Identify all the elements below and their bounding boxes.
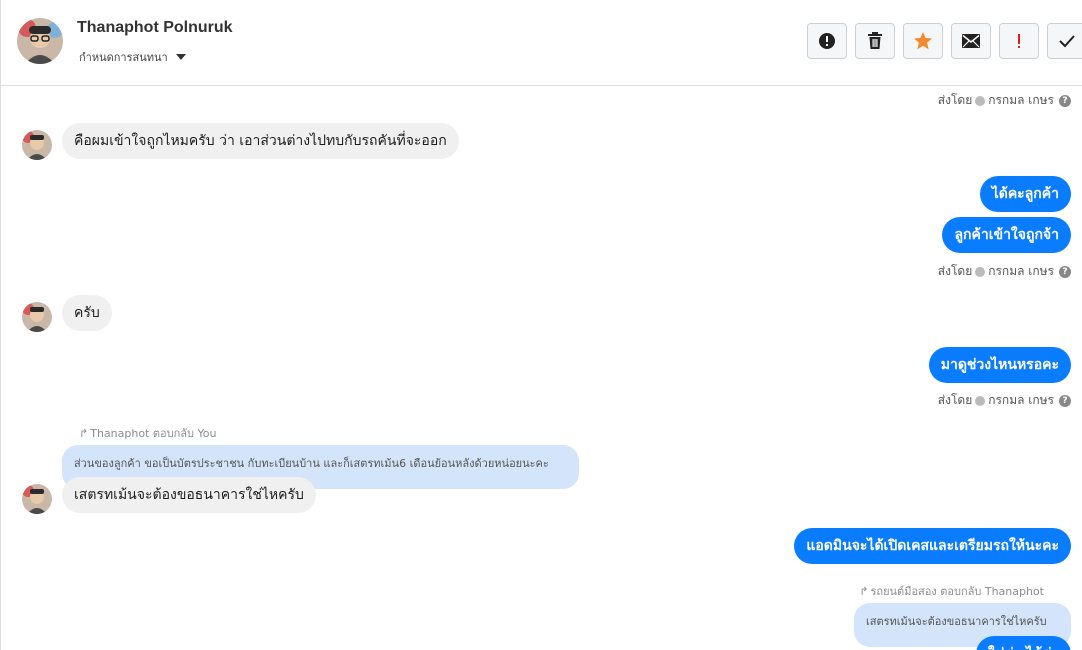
sent-by-meta: ส่งโดย กรกมล เกษร ?: [938, 391, 1071, 410]
conversation-setting-label: กำหนดการสนทนา: [79, 51, 168, 64]
message-bubble-outgoing[interactable]: ใช่ค่ะ ได้ค่ะ: [975, 636, 1071, 650]
conversation-header: Thanaphot Polnuruk กำหนดการสนทนา: [0, 0, 1082, 86]
sent-by-meta: ส่งโดย กรกมล เกษร ?: [938, 262, 1071, 281]
check-icon: [1059, 35, 1075, 48]
mark-important-button[interactable]: [999, 23, 1039, 59]
reply-arrow-icon: ↱: [859, 584, 869, 598]
message-bubble-outgoing[interactable]: ได้คะลูกค้า: [979, 176, 1071, 212]
verified-icon: [975, 395, 986, 406]
sender-avatar[interactable]: [22, 302, 52, 332]
sent-by-agent[interactable]: กรกมล เกษร: [988, 91, 1054, 110]
message-bubble-incoming[interactable]: ครับ: [62, 295, 112, 331]
alert-circle-icon: [819, 33, 835, 49]
reply-label: ↱ Thanaphot ตอบกลับ You: [79, 424, 216, 442]
sent-by-meta: ส่งโดย กรกมล เกษร ?: [938, 91, 1071, 110]
envelope-icon: [962, 34, 980, 48]
action-toolbar: [807, 23, 1082, 59]
verified-icon: [975, 95, 986, 106]
mail-button[interactable]: [951, 23, 991, 59]
sender-avatar[interactable]: [22, 130, 52, 160]
reply-label-text: รถยนต์มือสอง ตอบกลับ Thanaphot: [870, 585, 1044, 598]
trash-icon: [868, 32, 882, 49]
star-icon: [914, 32, 932, 50]
message-bubble-outgoing[interactable]: มาดูช่วงไหนหรอคะ: [928, 347, 1071, 383]
reply-label-text: Thanaphot ตอบกลับ You: [90, 427, 217, 440]
help-icon[interactable]: ?: [1059, 94, 1071, 107]
reply-arrow-icon: ↱: [79, 426, 89, 440]
sent-by-agent[interactable]: กรกมล เกษร: [988, 262, 1054, 281]
contact-avatar[interactable]: [17, 18, 63, 64]
sent-by-agent[interactable]: กรกมล เกษร: [988, 391, 1054, 410]
help-icon[interactable]: ?: [1059, 265, 1071, 278]
message-bubble-outgoing[interactable]: ลูกค้าเข้าใจถูกจ้า: [942, 217, 1071, 253]
caret-down-icon: [175, 54, 186, 60]
message-bubble-outgoing[interactable]: แอดมินจะได้เปิดเคสและเตรียมรถให้นะคะ: [794, 528, 1071, 564]
verified-icon: [975, 266, 986, 277]
message-bubble-incoming[interactable]: คือผมเข้าใจถูกไหมครับ ว่า เอาส่วนต่างไปท…: [62, 123, 459, 159]
sent-by-prefix: ส่งโดย: [937, 93, 973, 107]
help-icon[interactable]: ?: [1059, 394, 1071, 407]
sent-by-prefix: ส่งโดย: [937, 393, 973, 407]
alert-button[interactable]: [807, 23, 847, 59]
reply-label: ↱ รถยนต์มือสอง ตอบกลับ Thanaphot: [859, 582, 1044, 600]
delete-button[interactable]: [855, 23, 895, 59]
sender-avatar[interactable]: [22, 484, 52, 514]
exclamation-icon: [1018, 34, 1020, 48]
mark-done-button[interactable]: [1047, 23, 1082, 59]
conversation-setting-dropdown[interactable]: กำหนดการสนทนา: [79, 48, 186, 66]
message-thread[interactable]: ส่งโดย กรกมล เกษร ? คือผมเข้าใจถูกไหมครั…: [0, 86, 1082, 650]
message-bubble-incoming[interactable]: เสตรทเม้นจะต้องขอธนาคารใช่ไหครับ: [62, 477, 316, 513]
star-button[interactable]: [903, 23, 943, 59]
contact-name: Thanaphot Polnuruk: [77, 19, 233, 36]
sent-by-prefix: ส่งโดย: [937, 264, 973, 278]
